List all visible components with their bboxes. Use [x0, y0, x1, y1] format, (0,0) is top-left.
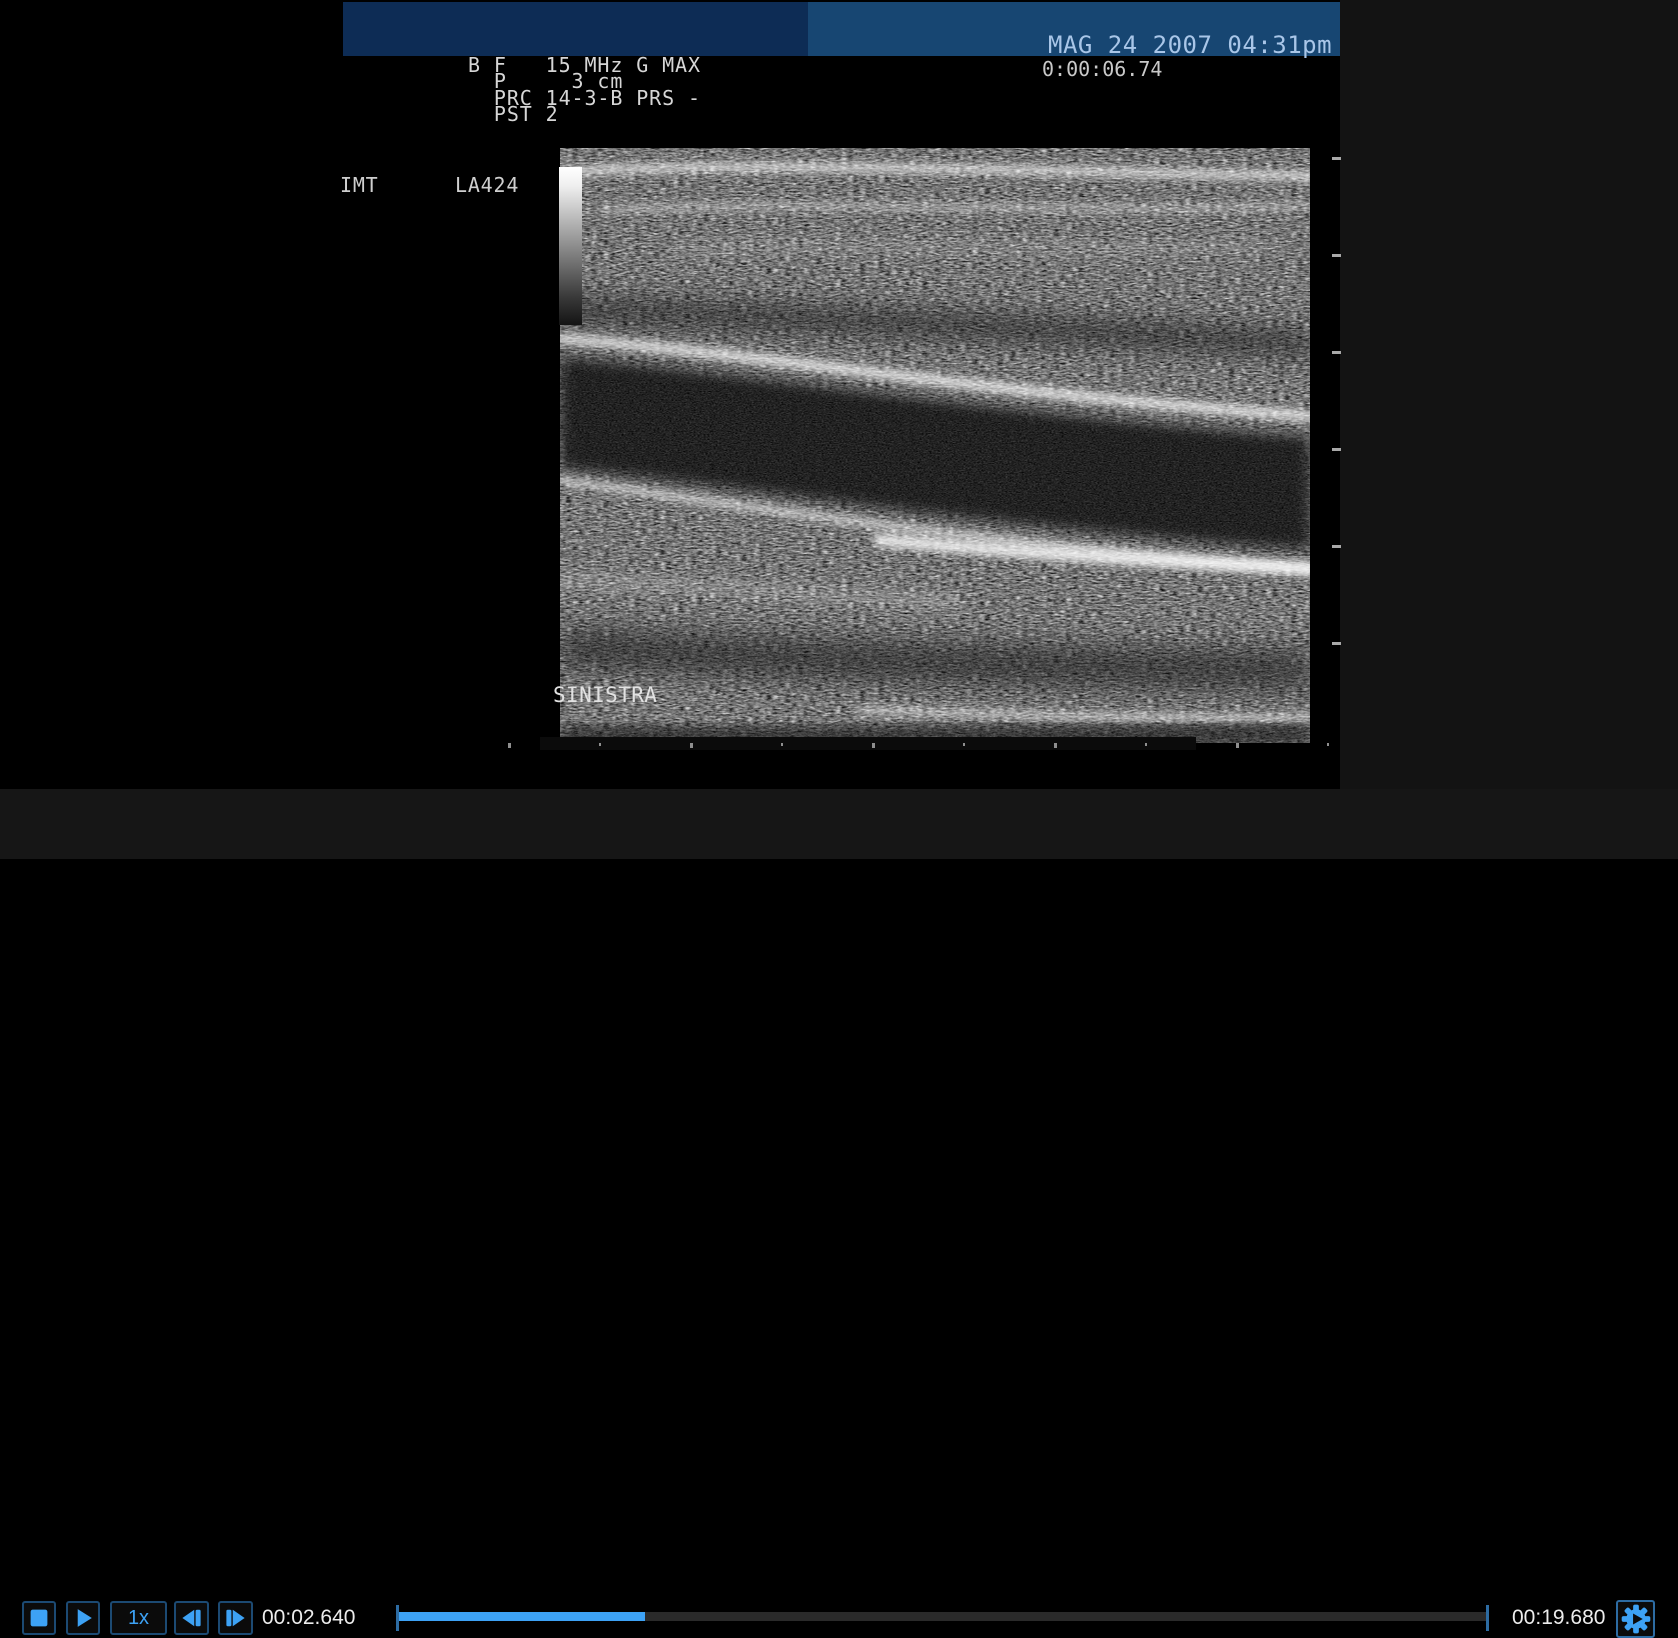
ruler-tick	[1327, 743, 1329, 746]
side-label: SINISTRA	[553, 683, 657, 707]
osd-header-bar-left	[343, 2, 808, 56]
current-time: 00:02.640	[262, 1601, 355, 1635]
settings-gear-icon	[1620, 1603, 1652, 1635]
depth-tick	[1332, 351, 1341, 354]
right-gutter	[1340, 0, 1678, 789]
stop-icon	[24, 1601, 54, 1635]
ruler-tick	[599, 743, 601, 746]
osd-elapsed-time: 0:00:06.74	[1042, 59, 1162, 79]
media-player: { "video": { "osd": { "datetime": "MAG 2…	[0, 0, 1678, 859]
depth-tick	[1332, 545, 1341, 548]
ruler-tick	[872, 743, 875, 748]
settings-button[interactable]	[1616, 1600, 1655, 1638]
seek-bar-track[interactable]	[399, 1612, 1486, 1621]
step-forward-icon	[220, 1601, 251, 1635]
probe-label: LA424	[455, 173, 519, 197]
step-backward-button[interactable]	[174, 1601, 209, 1635]
play-icon	[68, 1601, 98, 1635]
osd-datetime: MAG 24 2007 04:31pm	[1048, 33, 1332, 57]
depth-tick	[1332, 157, 1341, 160]
ruler-tick	[781, 743, 783, 746]
ruler-tick	[963, 743, 965, 746]
grayscale-calibration-bar	[559, 167, 582, 325]
seek-bar[interactable]	[396, 1601, 1489, 1635]
seek-bar-end-marker	[1486, 1605, 1489, 1631]
step-backward-icon	[176, 1601, 207, 1635]
stop-button[interactable]	[22, 1601, 56, 1635]
ruler-tick	[1236, 743, 1239, 748]
play-button[interactable]	[66, 1601, 100, 1635]
depth-tick	[1332, 642, 1341, 645]
playback-speed-button[interactable]: 1x	[110, 1601, 167, 1635]
player-control-bar: 1x 00:02.640 00:19.680	[0, 789, 1678, 859]
osd-acquisition-params: B F 15 MHz G MAX P 3 cm PRC 14-3-B PRS -…	[468, 57, 701, 122]
measure-mode-label: IMT	[340, 173, 379, 197]
step-forward-button[interactable]	[218, 1601, 253, 1635]
duration-time: 00:19.680	[1512, 1601, 1605, 1635]
ultrasound-image	[560, 148, 1310, 743]
depth-tick	[1332, 254, 1341, 257]
ruler-tick	[1054, 743, 1057, 748]
ruler-tick	[1145, 743, 1147, 746]
image-bottom-strip	[540, 737, 1196, 750]
ruler-tick	[690, 743, 693, 748]
video-surface[interactable]: MAG 24 2007 04:31pm 0:00:06.74 B F 15 MH…	[318, 0, 1340, 789]
depth-tick	[1332, 448, 1341, 451]
playback-speed-label: 1x	[128, 1607, 149, 1630]
seek-bar-fill	[399, 1612, 645, 1621]
ruler-tick	[508, 743, 511, 748]
